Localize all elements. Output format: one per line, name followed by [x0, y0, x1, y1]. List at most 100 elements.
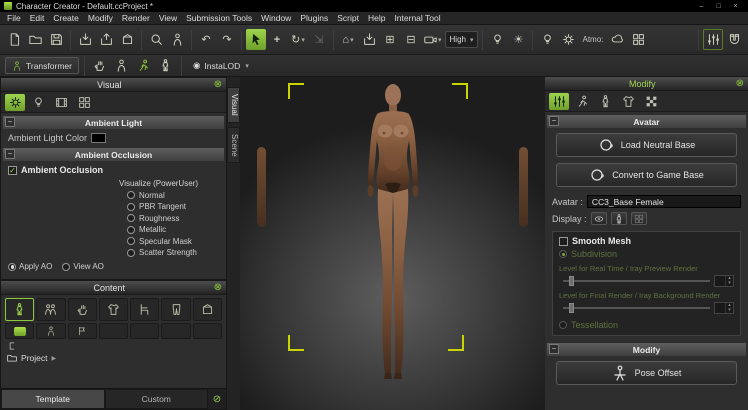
- new-project-button[interactable]: [4, 29, 24, 50]
- menu-internal-tool[interactable]: Internal Tool: [394, 13, 440, 23]
- instalod-button[interactable]: ◉ InstaLOD ▾: [187, 57, 255, 74]
- tab-attribute[interactable]: [549, 93, 569, 110]
- collapse-button[interactable]: −: [549, 344, 559, 354]
- open-project-button[interactable]: [25, 29, 45, 50]
- category-accessory[interactable]: [193, 298, 222, 321]
- atmo-sky-button[interactable]: [607, 29, 627, 50]
- tab-custom[interactable]: Custom: [105, 389, 209, 409]
- tab-material[interactable]: [641, 93, 661, 110]
- side-tab-scene[interactable]: Scene: [227, 127, 240, 164]
- menu-edit[interactable]: Edit: [30, 13, 45, 23]
- display-visibility-button[interactable]: [591, 212, 607, 225]
- move-tool-button[interactable]: +: [267, 29, 287, 50]
- view-ao-radio[interactable]: [62, 263, 70, 271]
- tab-camera-filter[interactable]: [51, 94, 71, 111]
- slider-knob[interactable]: [569, 276, 574, 286]
- character-browser-button[interactable]: [167, 29, 187, 50]
- export-button[interactable]: [96, 29, 116, 50]
- subcategory-empty[interactable]: [193, 323, 222, 339]
- scale-tool-button[interactable]: ⇲: [309, 29, 329, 50]
- visualize-option-normal[interactable]: Normal: [127, 191, 226, 200]
- tab-animation[interactable]: [572, 93, 592, 110]
- radio-icon[interactable]: [127, 191, 135, 199]
- visual-panel-close-icon[interactable]: ⊗: [214, 80, 222, 90]
- menu-script[interactable]: Script: [337, 13, 359, 23]
- tab-cloth[interactable]: [618, 93, 638, 110]
- edit-pose-button[interactable]: [112, 55, 132, 76]
- camera-view-button[interactable]: ▾: [422, 29, 444, 50]
- avatar-name-field[interactable]: CC3_Base Female: [587, 195, 741, 208]
- collapse-button[interactable]: −: [5, 117, 15, 127]
- radio-icon[interactable]: [127, 237, 135, 245]
- visual-effect-button[interactable]: [537, 29, 557, 50]
- render-settings-button[interactable]: [558, 29, 578, 50]
- level-realtime-slider[interactable]: [563, 280, 710, 282]
- menu-plugins[interactable]: Plugins: [300, 13, 328, 23]
- level-final-slider[interactable]: [563, 307, 710, 309]
- category-character[interactable]: [36, 298, 65, 321]
- pose-offset-button[interactable]: Pose Offset: [556, 361, 737, 385]
- ambient-occlusion-checkbox[interactable]: ✓: [8, 166, 17, 175]
- visualize-option-specular-mask[interactable]: Specular Mask: [127, 237, 226, 246]
- breadcrumb-project[interactable]: Project: [21, 353, 47, 363]
- zoom-in-button[interactable]: ⊞: [380, 29, 400, 50]
- maximize-button[interactable]: □: [710, 0, 727, 12]
- send-to-button[interactable]: [117, 29, 137, 50]
- radio-icon[interactable]: [127, 203, 135, 211]
- category-cloth[interactable]: [99, 298, 128, 321]
- level-realtime-spinner[interactable]: ▴▾: [714, 275, 734, 287]
- radio-icon[interactable]: [127, 214, 135, 222]
- proportion-button[interactable]: [156, 55, 176, 76]
- quality-select[interactable]: High▾: [445, 31, 479, 48]
- tab-render-style[interactable]: [28, 94, 48, 111]
- apply-ao-radio[interactable]: [8, 263, 16, 271]
- spinner-arrows[interactable]: ▴▾: [725, 303, 733, 313]
- tab-morph[interactable]: [595, 93, 615, 110]
- view-ao-option[interactable]: View AO: [62, 262, 104, 271]
- rotate-tool-button[interactable]: ↻▾: [288, 29, 308, 50]
- menu-create[interactable]: Create: [53, 13, 79, 23]
- content-panel-close-icon[interactable]: ⊗: [214, 283, 222, 293]
- level-final-spinner[interactable]: ▴▾: [714, 302, 734, 314]
- category-skin[interactable]: [68, 298, 97, 321]
- tab-template[interactable]: Template: [1, 389, 105, 409]
- radio-icon[interactable]: [127, 249, 135, 257]
- modify-panel-close-icon[interactable]: ⊗: [736, 79, 744, 89]
- edit-mesh-button[interactable]: [90, 55, 110, 76]
- tab-grid-settings[interactable]: [74, 94, 94, 111]
- subcategory-figure[interactable]: [36, 323, 65, 339]
- zoom-out-button[interactable]: ⊟: [401, 29, 421, 50]
- collapse-button[interactable]: −: [549, 116, 559, 126]
- visualize-option-pbr-tangent[interactable]: PBR Tangent: [127, 202, 226, 211]
- ambient-light-color-swatch[interactable]: [91, 133, 106, 143]
- close-button[interactable]: ×: [727, 0, 744, 12]
- menu-render[interactable]: Render: [122, 13, 150, 23]
- visualize-option-roughness[interactable]: Roughness: [127, 214, 226, 223]
- category-furniture[interactable]: [130, 298, 159, 321]
- subcategory-empty[interactable]: [161, 323, 190, 339]
- atmo-fog-button[interactable]: [628, 29, 648, 50]
- smooth-mesh-checkbox[interactable]: [559, 237, 568, 246]
- menu-view[interactable]: View: [159, 13, 177, 23]
- spin-down-icon[interactable]: ▾: [726, 308, 733, 313]
- character-model[interactable]: [328, 81, 458, 381]
- load-neutral-base-button[interactable]: Load Neutral Base: [556, 133, 737, 157]
- side-tab-visual[interactable]: Visual: [227, 87, 240, 123]
- minimize-button[interactable]: –: [693, 0, 710, 12]
- import-button[interactable]: [75, 29, 95, 50]
- character-pose-button[interactable]: [134, 55, 154, 76]
- category-pants[interactable]: [161, 298, 190, 321]
- visualize-option-metallic[interactable]: Metallic: [127, 225, 226, 234]
- back-bracket-icon[interactable]: [7, 341, 17, 351]
- subcategory-flag[interactable]: [68, 323, 97, 339]
- spin-down-icon[interactable]: ▾: [726, 281, 733, 286]
- subcategory-project[interactable]: [5, 323, 34, 339]
- spinner-arrows[interactable]: ▴▾: [725, 276, 733, 286]
- display-settings-button[interactable]: [703, 29, 723, 50]
- visualize-option-scatter-strength[interactable]: Scatter Strength: [127, 248, 226, 257]
- menu-modify[interactable]: Modify: [88, 13, 113, 23]
- menu-help[interactable]: Help: [368, 13, 385, 23]
- ibl-light-button[interactable]: ☀: [508, 29, 528, 50]
- redo-button[interactable]: ↷: [217, 29, 237, 50]
- slider-knob[interactable]: [569, 303, 574, 313]
